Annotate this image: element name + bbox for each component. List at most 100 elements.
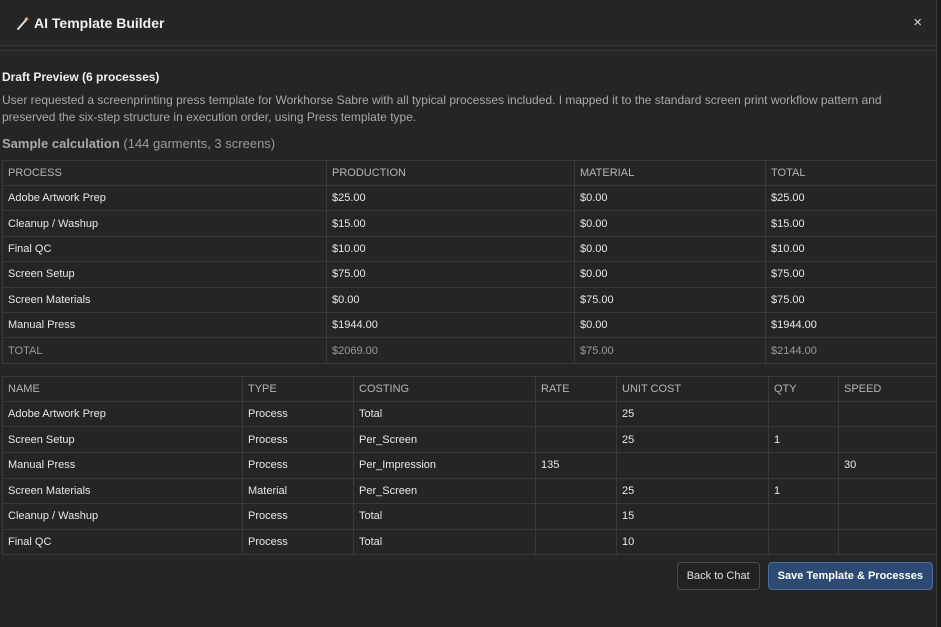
table-cell bbox=[838, 477, 937, 505]
table-cell: $2144.00 bbox=[765, 337, 937, 364]
save-template-button[interactable]: Save Template & Processes bbox=[767, 562, 933, 590]
table-cell: Total bbox=[353, 503, 536, 530]
table-row: Screen Setup Process Per_Screen 25 1 bbox=[2, 426, 937, 453]
table-row: Screen Setup $75.00 $0.00 $75.00 bbox=[2, 261, 937, 288]
table-row: Final QC Process Total 10 bbox=[2, 528, 937, 556]
table-cell: Total bbox=[353, 400, 536, 428]
table-header-row: NAME TYPE COSTING RATE UNIT COST QTY SPE… bbox=[2, 375, 937, 402]
column-header: PRODUCTION bbox=[326, 160, 575, 186]
column-header: TYPE bbox=[242, 375, 354, 402]
table-cell: Process bbox=[242, 451, 354, 479]
table-cell: $0.00 bbox=[574, 184, 766, 212]
table-cell: Cleanup / Washup bbox=[2, 210, 327, 237]
table-cell: $10.00 bbox=[326, 235, 575, 263]
table-cell: $0.00 bbox=[574, 210, 766, 237]
table-cell: Screen Setup bbox=[2, 261, 327, 288]
table-cell: $1944.00 bbox=[765, 311, 937, 339]
table-cell bbox=[768, 528, 839, 556]
table-cell: 135 bbox=[535, 451, 617, 479]
sample-calculation-heading: Sample calculation (144 garments, 3 scre… bbox=[2, 136, 936, 151]
column-header: SPEED bbox=[838, 375, 937, 402]
total-row: TOTAL $2069.00 $75.00 $2144.00 bbox=[2, 337, 937, 364]
table-cell: Cleanup / Washup bbox=[2, 503, 243, 530]
table-cell: Screen Materials bbox=[2, 286, 327, 313]
table-cell: $75.00 bbox=[574, 286, 766, 313]
ai-template-builder-modal: AI Template Builder × Draft Preview (6 p… bbox=[0, 0, 937, 627]
draft-summary: User requested a screenprinting press te… bbox=[2, 93, 882, 124]
table-cell: Per_Impression bbox=[353, 451, 536, 479]
table-cell: 30 bbox=[838, 451, 937, 479]
table-cell: Process bbox=[242, 426, 354, 453]
modal-footer: Back to Chat Save Template & Processes bbox=[676, 562, 933, 590]
column-header: TOTAL bbox=[765, 160, 937, 186]
table-row: Manual Press Process Per_Impression 135 … bbox=[2, 451, 937, 479]
table-cell: 1 bbox=[768, 477, 839, 505]
table-header-row: PROCESS PRODUCTION MATERIAL TOTAL bbox=[2, 160, 937, 186]
table-cell bbox=[838, 528, 937, 556]
column-header: PROCESS bbox=[2, 160, 327, 186]
table-cell: $15.00 bbox=[765, 210, 937, 237]
modal-title: AI Template Builder bbox=[16, 15, 164, 31]
sample-calculation-label: Sample calculation bbox=[2, 136, 120, 151]
table-cell: Adobe Artwork Prep bbox=[2, 184, 327, 212]
table-cell: $75.00 bbox=[326, 261, 575, 288]
column-header: NAME bbox=[2, 375, 243, 402]
header-divider bbox=[0, 50, 936, 51]
table-cell: Total bbox=[353, 528, 536, 556]
table-cell: Per_Screen bbox=[353, 426, 536, 453]
table-cell: 25 bbox=[616, 477, 769, 505]
table-cell bbox=[535, 400, 617, 428]
column-header: MATERIAL bbox=[574, 160, 766, 186]
column-header: COSTING bbox=[353, 375, 536, 402]
process-detail-table: NAME TYPE COSTING RATE UNIT COST QTY SPE… bbox=[2, 375, 937, 556]
table-cell: 25 bbox=[616, 426, 769, 453]
table-cell: Per_Screen bbox=[353, 477, 536, 505]
table-row: Screen Materials $0.00 $75.00 $75.00 bbox=[2, 286, 937, 313]
table-cell: Process bbox=[242, 503, 354, 530]
table-cell: $75.00 bbox=[765, 286, 937, 313]
close-button[interactable]: × bbox=[913, 15, 922, 31]
table-cell bbox=[768, 451, 839, 479]
table-cell: $25.00 bbox=[765, 184, 937, 212]
table-cell: $75.00 bbox=[765, 261, 937, 288]
sample-calculation-detail: (144 garments, 3 screens) bbox=[123, 136, 276, 151]
table-cell bbox=[535, 426, 617, 453]
table-row: Manual Press $1944.00 $0.00 $1944.00 bbox=[2, 311, 937, 339]
table-cell: Screen Setup bbox=[2, 426, 243, 453]
table-row: Final QC $10.00 $0.00 $10.00 bbox=[2, 235, 937, 263]
sample-calculation-table: PROCESS PRODUCTION MATERIAL TOTAL Adobe … bbox=[2, 160, 937, 364]
draft-preview-heading: Draft Preview (6 processes) bbox=[2, 70, 160, 84]
modal-body: Draft Preview (6 processes) User request… bbox=[0, 70, 937, 556]
table-cell bbox=[838, 426, 937, 453]
table-cell: TOTAL bbox=[2, 337, 327, 364]
table-cell bbox=[535, 503, 617, 530]
table-cell: $0.00 bbox=[574, 311, 766, 339]
table-cell bbox=[535, 477, 617, 505]
table-cell: 1 bbox=[768, 426, 839, 453]
table-cell: Screen Materials bbox=[2, 477, 243, 505]
table-cell: Adobe Artwork Prep bbox=[2, 400, 243, 428]
table-cell bbox=[535, 528, 617, 556]
table-cell: 10 bbox=[616, 528, 769, 556]
table-row: Cleanup / Washup $15.00 $0.00 $15.00 bbox=[2, 210, 937, 237]
table-cell: $0.00 bbox=[574, 235, 766, 263]
table-cell: $75.00 bbox=[574, 337, 766, 364]
modal-title-text: AI Template Builder bbox=[34, 14, 165, 31]
table-cell bbox=[838, 503, 937, 530]
table-cell bbox=[768, 503, 839, 530]
back-to-chat-button[interactable]: Back to Chat bbox=[676, 562, 760, 590]
table-row: Adobe Artwork Prep Process Total 25 bbox=[2, 400, 937, 428]
table-cell: $10.00 bbox=[765, 235, 937, 263]
table-cell bbox=[616, 451, 769, 479]
table-cell: Manual Press bbox=[2, 311, 327, 339]
table-cell: Final QC bbox=[2, 235, 327, 263]
table-row: Screen Materials Material Per_Screen 25 … bbox=[2, 477, 937, 505]
table-row: Cleanup / Washup Process Total 15 bbox=[2, 503, 937, 530]
table-cell: $25.00 bbox=[326, 184, 575, 212]
table-row: Adobe Artwork Prep $25.00 $0.00 $25.00 bbox=[2, 184, 937, 212]
table-cell: $1944.00 bbox=[326, 311, 575, 339]
table-cell: 15 bbox=[616, 503, 769, 530]
table-cell bbox=[768, 400, 839, 428]
column-header: UNIT COST bbox=[616, 375, 769, 402]
table-cell: Process bbox=[242, 528, 354, 556]
